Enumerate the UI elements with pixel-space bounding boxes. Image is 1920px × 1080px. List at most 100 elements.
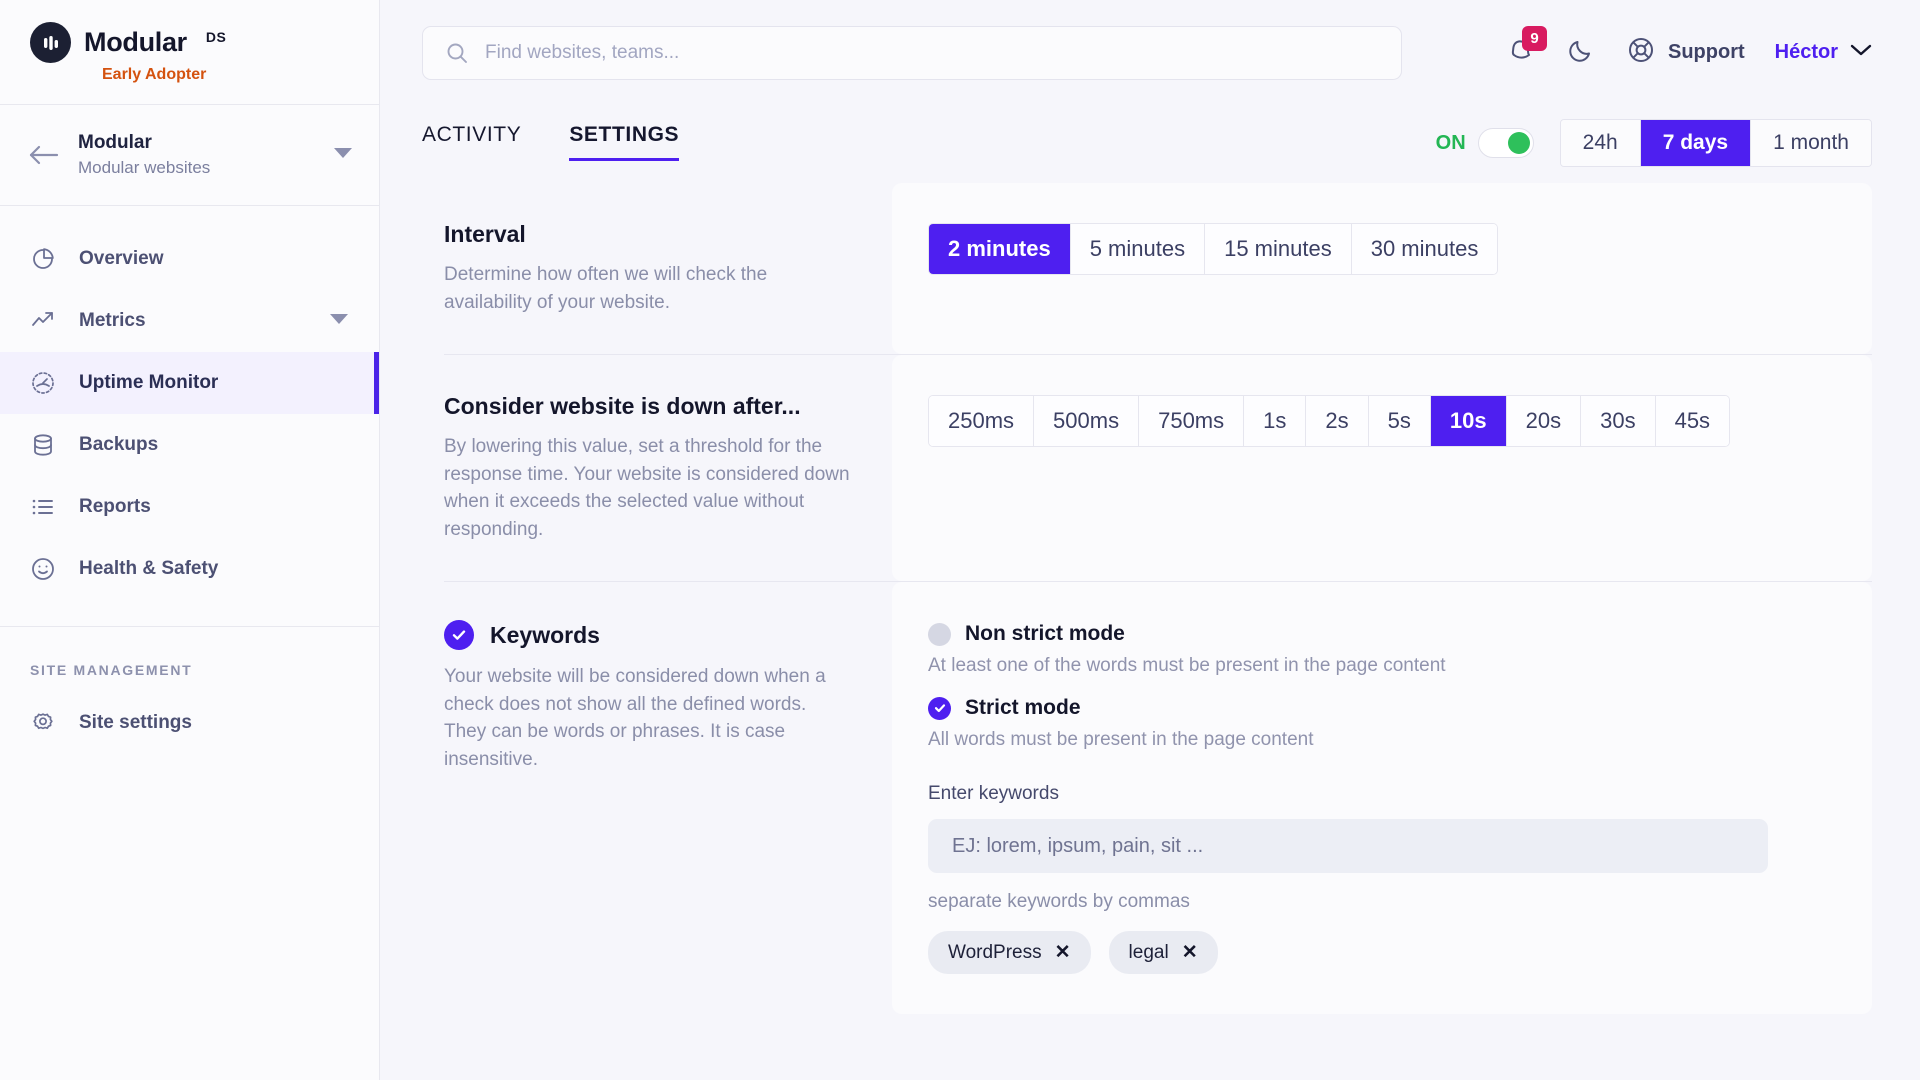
keywords-section: Keywords Your website will be considered… <box>422 582 1872 1014</box>
brand-block: Modular DS Early Adopter <box>0 0 379 105</box>
user-name: Héctor <box>1775 41 1838 64</box>
keyword-tag[interactable]: WordPress ✕ <box>928 931 1091 974</box>
keywords-mode-non-strict[interactable]: Non strict mode <box>928 622 1872 646</box>
downtime-option-250ms[interactable]: 250ms <box>929 396 1034 446</box>
keywords-mode-strict[interactable]: Strict mode <box>928 696 1872 720</box>
site-switcher[interactable]: Modular Modular websites <box>0 105 379 206</box>
notifications-button[interactable]: 9 <box>1506 35 1536 70</box>
keywords-mode-label: Non strict mode <box>965 622 1125 646</box>
toggle-knob <box>1508 132 1530 154</box>
site-title: Modular <box>78 132 315 154</box>
keywords-description: Your website will be considered down whe… <box>444 663 852 773</box>
downtime-info: Consider website is down after... By low… <box>422 355 892 581</box>
keywords-mode-help: All words must be present in the page co… <box>928 729 1872 751</box>
user-menu-button[interactable]: Héctor <box>1775 41 1872 64</box>
downtime-option-5s[interactable]: 5s <box>1369 396 1431 446</box>
downtime-option-500ms[interactable]: 500ms <box>1034 396 1139 446</box>
search-icon <box>445 41 469 65</box>
downtime-option-20s[interactable]: 20s <box>1507 396 1581 446</box>
interval-option-30-minutes[interactable]: 30 minutes <box>1352 224 1498 274</box>
downtime-section: Consider website is down after... By low… <box>422 355 1872 581</box>
interval-option-2-minutes[interactable]: 2 minutes <box>929 224 1071 274</box>
keywords-enabled-checkbox[interactable] <box>444 620 474 650</box>
search-box[interactable] <box>422 26 1402 80</box>
sidebar-item-label: Health & Safety <box>79 558 349 580</box>
sidebar-item-health-safety[interactable]: Health & Safety <box>0 538 379 600</box>
monitor-toggle-label: ON <box>1436 132 1466 155</box>
sidebar-item-backups[interactable]: Backups <box>0 414 379 476</box>
tabs-row: ACTIVITY SETTINGS ON 24h 7 days 1 month <box>380 105 1920 183</box>
smiley-icon <box>30 556 56 582</box>
chevron-down-icon[interactable] <box>329 312 349 330</box>
database-icon <box>30 432 56 458</box>
chevron-down-icon <box>1850 43 1872 62</box>
support-label: Support <box>1668 41 1745 64</box>
sidebar-item-label: Metrics <box>79 310 306 332</box>
downtime-option-30s[interactable]: 30s <box>1581 396 1655 446</box>
interval-section: Interval Determine how often we will che… <box>422 183 1872 354</box>
brand-row[interactable]: Modular DS <box>30 22 379 63</box>
sidebar-item-label: Backups <box>79 434 349 456</box>
keywords-info: Keywords Your website will be considered… <box>422 582 892 811</box>
radio-unselected-icon <box>928 623 951 646</box>
settings-content: Interval Determine how often we will che… <box>380 183 1920 1080</box>
trending-up-icon <box>30 308 56 334</box>
sidebar-item-uptime-monitor[interactable]: Uptime Monitor <box>0 352 379 414</box>
list-icon <box>30 494 56 520</box>
keywords-hint: separate keywords by commas <box>928 891 1872 913</box>
site-subtitle: Modular websites <box>78 158 315 178</box>
interval-option-5-minutes[interactable]: 5 minutes <box>1071 224 1205 274</box>
sidebar-item-label: Site settings <box>79 712 349 734</box>
arrow-left-icon[interactable] <box>26 142 60 168</box>
top-bar-actions: 9 <box>1506 35 1872 70</box>
close-icon[interactable]: ✕ <box>1182 941 1198 964</box>
sidebar-nav: Overview Metrics <box>0 206 379 754</box>
moon-icon <box>1566 35 1596 70</box>
close-icon[interactable]: ✕ <box>1055 941 1071 964</box>
keywords-tag-list: WordPress ✕ legal ✕ <box>928 931 1872 974</box>
keywords-title: Keywords <box>490 622 600 649</box>
keywords-input[interactable] <box>928 819 1768 873</box>
support-button[interactable]: Support <box>1626 35 1745 70</box>
downtime-option-45s[interactable]: 45s <box>1656 396 1729 446</box>
keywords-controls: Non strict mode At least one of the word… <box>892 582 1872 1014</box>
time-range-option-24h[interactable]: 24h <box>1561 120 1641 166</box>
downtime-title: Consider website is down after... <box>444 393 852 420</box>
keyword-tag-label: legal <box>1129 942 1169 964</box>
notifications-badge: 9 <box>1522 26 1547 51</box>
downtime-option-2s[interactable]: 2s <box>1306 396 1368 446</box>
monitor-toggle[interactable]: ON <box>1436 128 1534 158</box>
keywords-input-label: Enter keywords <box>928 783 1872 805</box>
downtime-button-group: 250ms 500ms 750ms 1s 2s 5s 10s 20s 30s 4… <box>928 395 1730 447</box>
interval-option-15-minutes[interactable]: 15 minutes <box>1205 224 1352 274</box>
sidebar-item-site-settings[interactable]: Site settings <box>0 692 379 754</box>
interval-description: Determine how often we will check the av… <box>444 261 852 316</box>
brand-name: Modular <box>84 27 187 58</box>
site-switcher-texts: Modular Modular websites <box>78 132 315 178</box>
tab-activity[interactable]: ACTIVITY <box>422 115 521 161</box>
sidebar-item-reports[interactable]: Reports <box>0 476 379 538</box>
top-bar: 9 <box>380 0 1920 105</box>
modular-bars-logo-icon <box>30 22 71 63</box>
radio-selected-icon <box>928 697 951 720</box>
downtime-option-750ms[interactable]: 750ms <box>1139 396 1244 446</box>
keyword-tag-label: WordPress <box>948 942 1042 964</box>
time-range-option-1month[interactable]: 1 month <box>1751 120 1871 166</box>
gear-icon <box>30 710 56 736</box>
gauge-icon <box>30 370 56 396</box>
caret-down-icon[interactable] <box>333 146 353 164</box>
time-range-option-7days[interactable]: 7 days <box>1641 120 1751 166</box>
keyword-tag[interactable]: legal ✕ <box>1109 931 1218 974</box>
time-range-selector: 24h 7 days 1 month <box>1560 119 1872 167</box>
downtime-option-10s[interactable]: 10s <box>1431 396 1507 446</box>
sidebar-item-metrics[interactable]: Metrics <box>0 290 379 352</box>
monitor-toggle-switch[interactable] <box>1478 128 1534 158</box>
theme-toggle-button[interactable] <box>1566 35 1596 70</box>
sidebar-item-overview[interactable]: Overview <box>0 228 379 290</box>
sidebar: Modular DS Early Adopter Modular Modular… <box>0 0 380 1080</box>
tab-settings[interactable]: SETTINGS <box>569 115 679 161</box>
sidebar-section-label: SITE MANAGEMENT <box>0 627 379 678</box>
search-input[interactable] <box>485 42 1379 64</box>
downtime-option-1s[interactable]: 1s <box>1244 396 1306 446</box>
brand-tagline: Early Adopter <box>102 66 379 84</box>
